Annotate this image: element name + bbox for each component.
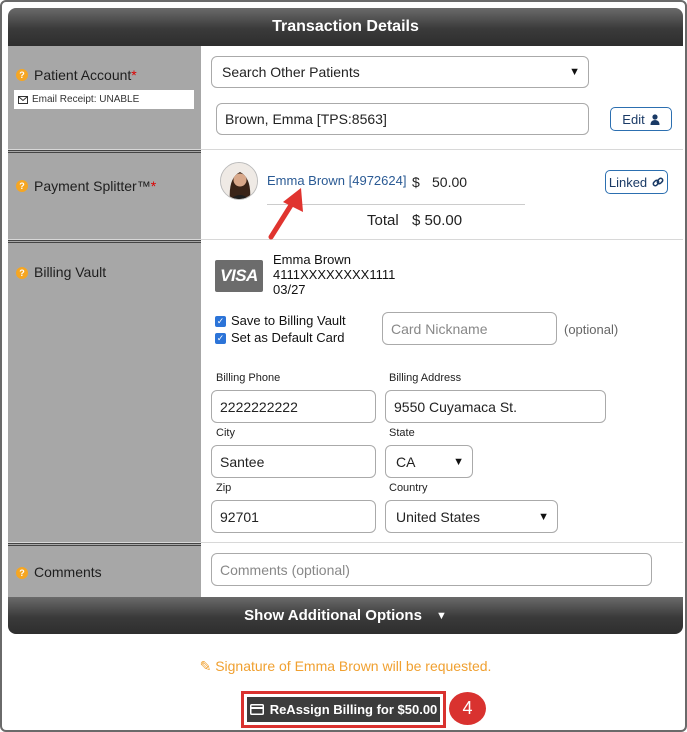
edit-patient-button[interactable]: Edit [610,107,672,131]
help-icon[interactable]: ? [16,180,28,192]
help-icon[interactable]: ? [16,567,28,579]
billing-address-input[interactable]: 9550 Cuyamaca St. [385,390,606,423]
transaction-details-panel: Transaction Details ? Patient Account* E… [0,0,687,732]
show-additional-options-button[interactable]: Show Additional Options ▼ [8,597,683,634]
reassign-highlight: ReAssign Billing for $50.00 [241,691,446,728]
amount-currency: $ [412,174,420,190]
card-number: 4111XXXXXXXX1111 [273,267,396,282]
avatar [220,162,258,200]
patient-account-content: Search Other Patients ▼ Brown, Emma [TPS… [201,46,683,149]
pencil-icon: ✎ [199,658,212,674]
chevron-down-icon: ▼ [538,510,549,523]
card-holder-name: Emma Brown [273,252,352,267]
billing-address-label: Billing Address [389,372,462,384]
chevron-down-icon: ▼ [453,455,464,468]
panel-header: Transaction Details [8,8,683,46]
panel-title: Transaction Details [272,18,419,35]
card-expiry: 03/27 [273,282,306,297]
payment-splitter-content: Emma Brown [4972624] $ 50.00 Linked Tota… [201,150,683,240]
billing-vault-row: ? Billing Vault VISA Emma Brown 4111XXXX… [8,240,683,543]
visa-card-icon: VISA [215,260,263,292]
billing-vault-content: VISA Emma Brown 4111XXXXXXXX1111 03/27 ✓… [201,240,683,542]
checkbox-checked-icon[interactable]: ✓ [215,333,226,345]
credit-card-icon [249,704,264,715]
checkbox-checked-icon[interactable]: ✓ [215,316,226,328]
comments-input[interactable]: Comments (optional) [211,553,652,586]
total-label: Total [367,212,399,229]
payment-splitter-label: Payment Splitter™* [34,178,157,194]
comments-label-cell: ? Comments [8,543,201,597]
city-input[interactable]: Santee [211,445,376,478]
show-more-label: Show Additional Options [244,607,422,624]
link-icon [652,177,664,187]
split-amount[interactable]: 50.00 [432,174,467,190]
email-receipt-status: Email Receipt: UNABLE [14,90,194,109]
user-icon [650,113,660,125]
step-number-badge: 4 [449,692,486,725]
billing-vault-label: Billing Vault [34,264,107,280]
nickname-optional-hint: (optional) [564,322,619,337]
card-nickname-input[interactable]: Card Nickname [382,312,557,345]
total-value: $ 50.00 [412,212,463,229]
caret-down-icon: ▼ [435,609,447,622]
billing-vault-label-cell: ? Billing Vault [8,240,201,542]
annotation-arrow-icon [268,188,303,240]
billing-phone-input[interactable]: 2222222222 [211,390,376,423]
payment-splitter-label-cell: ? Payment Splitter™* [8,150,201,239]
help-icon[interactable]: ? [16,69,28,81]
reassign-billing-button[interactable]: ReAssign Billing for $50.00 [247,697,440,722]
save-to-vault-checkbox[interactable]: ✓ Save to Billing Vault [215,313,346,328]
help-icon[interactable]: ? [16,267,28,279]
state-select[interactable]: CA ▼ [385,445,473,478]
zip-label: Zip [216,482,232,494]
signature-notice: ✎ Signature of Emma Brown will be reques… [2,658,685,675]
billing-phone-label: Billing Phone [216,372,281,384]
zip-input[interactable]: 92701 [211,500,376,533]
comments-label: Comments [34,564,102,580]
patient-account-label-cell: ? Patient Account* Email Receipt: UNABLE [8,46,201,149]
patient-name-field[interactable]: Brown, Emma [TPS:8563] [216,103,589,135]
envelope-icon [18,95,28,104]
patient-account-row: ? Patient Account* Email Receipt: UNABLE… [8,46,683,150]
country-select[interactable]: United States ▼ [385,500,558,533]
search-patients-select[interactable]: Search Other Patients ▼ [211,56,589,88]
patient-account-label: Patient Account* [34,67,137,83]
saved-card-details[interactable]: Emma Brown 4111XXXXXXXX1111 03/27 [273,252,395,297]
signature-notice-text: Signature of Emma Brown will be requeste… [215,658,492,674]
linked-button[interactable]: Linked [605,170,668,194]
comments-row: ? Comments Comments (optional) [8,543,683,597]
state-label: State [389,427,415,439]
comments-content: Comments (optional) [201,543,683,597]
country-label: Country [389,482,428,494]
chevron-down-icon: ▼ [569,66,580,78]
set-default-checkbox[interactable]: ✓ Set as Default Card [215,330,344,345]
payment-splitter-row: ? Payment Splitter™* Emma Brown [4972624… [8,150,683,240]
city-label: City [216,427,235,439]
